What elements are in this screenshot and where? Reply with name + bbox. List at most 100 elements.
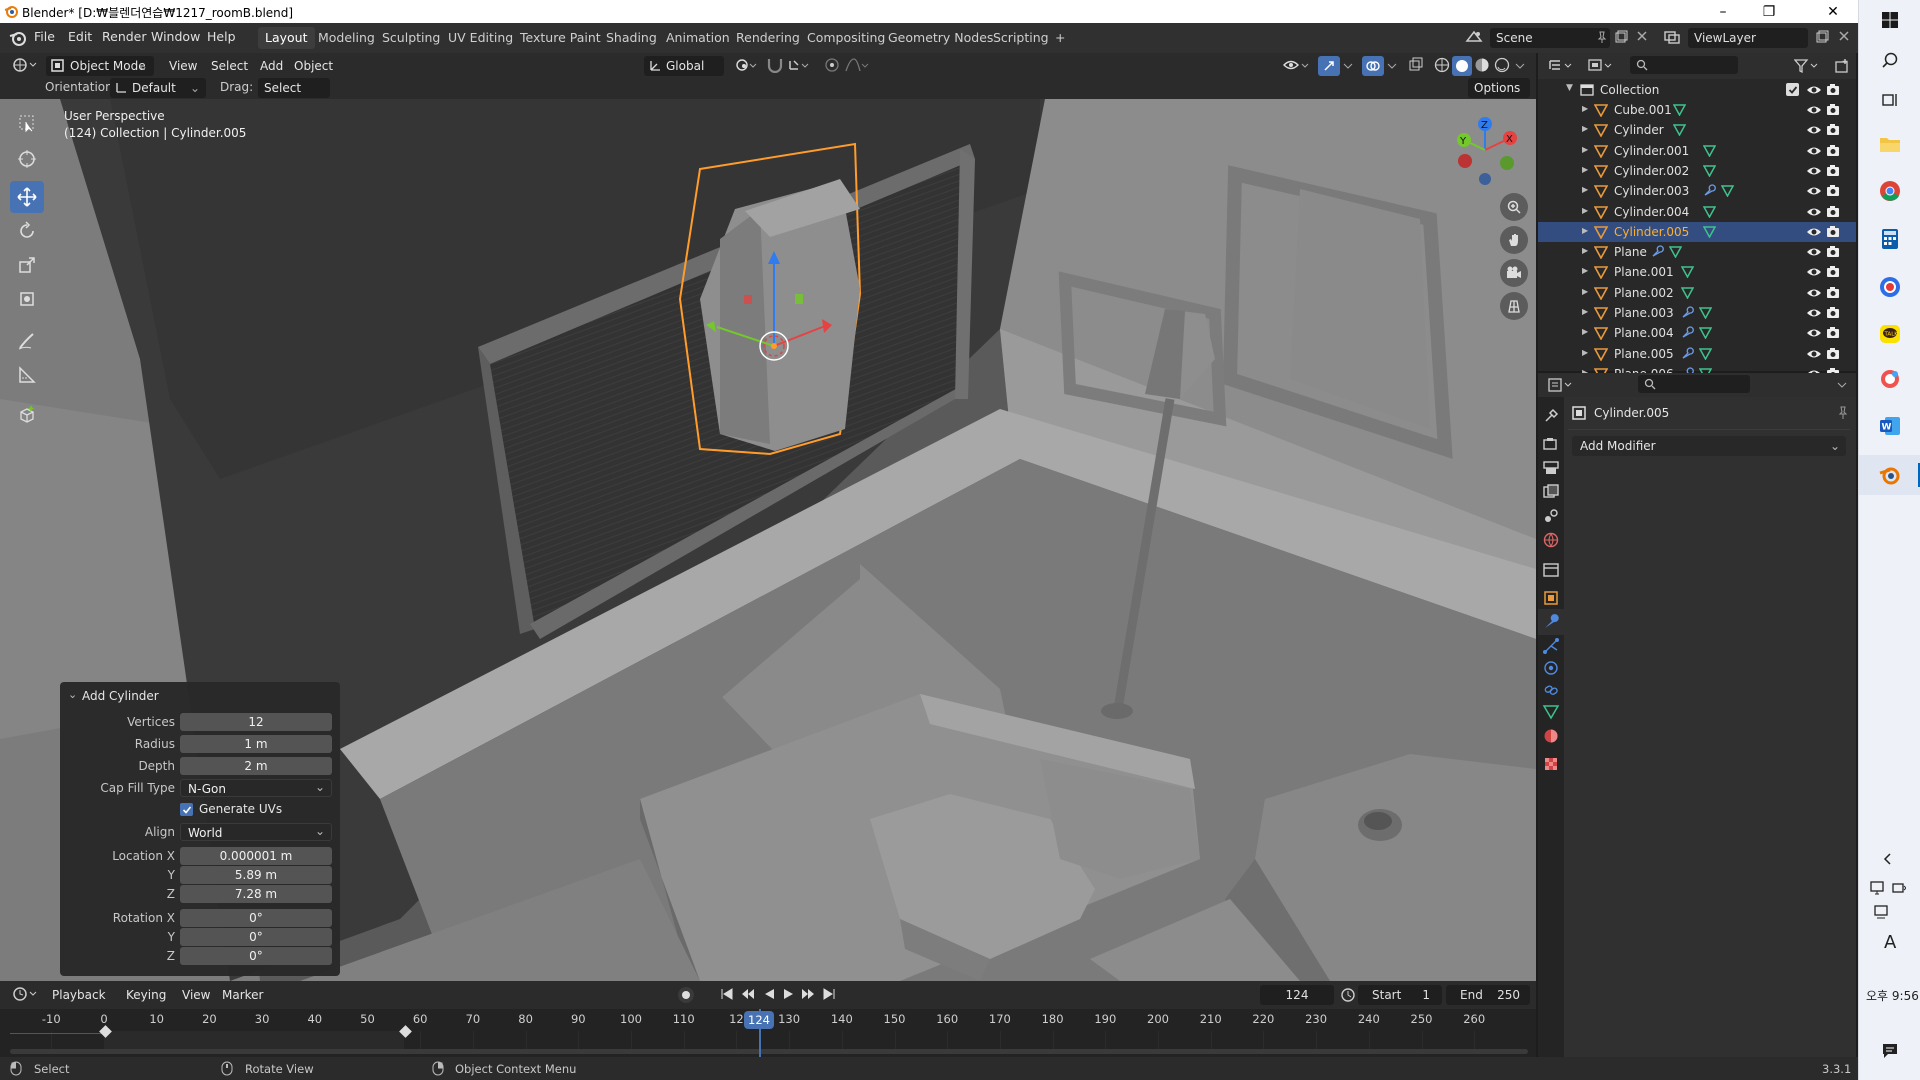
rendered-shading-icon[interactable] (1494, 57, 1510, 73)
solid-shading-icon[interactable] (1452, 56, 1472, 76)
pivot-icon[interactable] (734, 57, 758, 73)
expand-arrow-icon[interactable]: ▶ (1582, 145, 1588, 154)
falloff-icon[interactable] (844, 57, 870, 73)
xray-toggle-icon[interactable] (1408, 57, 1424, 73)
mesh-data-icon[interactable] (1702, 205, 1716, 218)
vertices-field[interactable]: 12 (180, 713, 332, 731)
camera-icon[interactable] (1826, 326, 1840, 340)
collection-row[interactable]: ▼ Collection (1538, 80, 1856, 100)
outliner-item[interactable]: ▶ Plane.003 (1538, 303, 1856, 323)
show-hidden-icons[interactable] (1881, 852, 1895, 866)
jump-start-icon[interactable] (720, 987, 734, 1001)
camera-icon[interactable] (1826, 265, 1840, 279)
particles-tab-icon[interactable] (1542, 637, 1560, 655)
tab-texture-paint[interactable]: Texture Paint (513, 27, 608, 49)
menu-playback[interactable]: Playback (46, 985, 112, 1005)
expand-arrow-icon[interactable]: ▶ (1582, 287, 1588, 296)
scale-tool[interactable] (10, 249, 44, 281)
screen-recorder-button[interactable] (1876, 273, 1904, 301)
material-tab-icon[interactable] (1542, 727, 1560, 745)
playhead[interactable]: 124 (744, 1011, 774, 1029)
display-mode-icon[interactable] (1588, 58, 1614, 74)
tab-uv-editing[interactable]: UV Editing (441, 27, 520, 49)
physics-tab-icon[interactable] (1542, 659, 1560, 677)
tab-animation[interactable]: Animation (659, 27, 737, 49)
outliner-item[interactable]: ▶ Cylinder.005 (1538, 221, 1856, 242)
wireframe-shading-icon[interactable] (1434, 57, 1450, 73)
blender-taskbar-item[interactable] (1859, 455, 1920, 495)
add-modifier-dropdown[interactable]: Add Modifier ⌄ (1572, 436, 1846, 456)
filter-icon[interactable] (1794, 58, 1820, 74)
camera-icon[interactable] (1826, 347, 1840, 361)
measure-tool[interactable] (10, 359, 44, 391)
camera-icon[interactable] (1826, 286, 1840, 300)
eye-icon[interactable] (1806, 326, 1822, 340)
location-x-field[interactable]: 0.000001 m (180, 847, 332, 865)
projector-icon[interactable] (1873, 904, 1891, 920)
view-layer-selector[interactable]: ViewLayer (1688, 28, 1808, 48)
pin-icon[interactable] (1596, 31, 1608, 43)
camera-icon[interactable] (1826, 306, 1840, 320)
mesh-data-icon[interactable] (1669, 245, 1682, 259)
blender-menu-icon[interactable] (9, 29, 27, 47)
mesh-data-icon[interactable] (1673, 123, 1687, 137)
add-cylinder-panel[interactable]: ⌄ Add Cylinder Vertices 12 Radius 1 m De… (60, 682, 340, 976)
current-frame-field[interactable]: 124 (1260, 985, 1334, 1005)
new-view-layer-icon[interactable] (1815, 30, 1829, 44)
network-icon[interactable] (1891, 880, 1909, 896)
expand-arrow-icon[interactable]: ▶ (1582, 266, 1588, 275)
eye-icon[interactable] (1806, 306, 1822, 320)
transform-orientation-selector[interactable]: Global (644, 56, 724, 76)
camera-icon[interactable] (1826, 123, 1840, 137)
play-reverse-icon[interactable] (762, 987, 776, 1001)
perspective-toggle-icon[interactable] (1500, 292, 1528, 320)
scene-selector[interactable]: Scene (1490, 28, 1610, 48)
collection-tab-icon[interactable] (1542, 561, 1560, 579)
tab-geometry-nodes[interactable]: Geometry Nodes (881, 27, 1000, 49)
mesh-data-icon[interactable] (1720, 184, 1734, 198)
outliner-item[interactable]: ▶ Plane.002 (1538, 283, 1856, 303)
outliner-item[interactable]: ▶ Cylinder.003 (1538, 181, 1856, 201)
mesh-data-icon[interactable] (1673, 103, 1687, 116)
add-cube-tool[interactable] (10, 399, 44, 431)
new-scene-icon[interactable] (1614, 30, 1628, 44)
navigation-gizmo[interactable]: Z Y X (1450, 115, 1520, 185)
notifications-icon[interactable] (1881, 1042, 1899, 1060)
mesh-data-icon[interactable] (1680, 286, 1694, 299)
eye-icon[interactable] (1806, 103, 1822, 117)
camera-icon[interactable] (1826, 184, 1840, 198)
restore-button[interactable]: ❐ (1746, 0, 1792, 23)
outliner[interactable]: ▼ Collection ▶ Cube.001 ▶ Cylinder ▶ Cylinder… (1538, 53, 1856, 381)
shading-dropdown-icon[interactable] (1514, 57, 1526, 73)
eye-icon[interactable] (1806, 265, 1822, 279)
eye-icon[interactable] (1806, 123, 1822, 137)
ime-indicator[interactable]: A (1884, 932, 1896, 953)
start-frame-field[interactable]: Start 1 (1358, 985, 1442, 1005)
menu-file[interactable]: File (34, 29, 55, 44)
outliner-item[interactable]: ▶ Cylinder.001 (1538, 141, 1856, 161)
modifier-wrench-icon[interactable] (1681, 326, 1694, 339)
camera-icon[interactable] (1826, 205, 1840, 219)
texture-tab-icon[interactable] (1542, 755, 1560, 773)
mesh-data-icon[interactable] (1680, 265, 1694, 279)
location-z-field[interactable]: 7.28 m (180, 885, 332, 903)
minimize-button[interactable]: – (1700, 0, 1746, 23)
modifier-wrench-icon[interactable] (1651, 245, 1664, 258)
timeline[interactable]: Playback Keying View Marker 124 Start 1 … (0, 981, 1536, 1057)
tool-tab-icon[interactable] (1542, 407, 1560, 425)
mesh-data-icon[interactable] (1698, 347, 1712, 360)
gizmo-dropdown-icon[interactable] (1342, 57, 1354, 73)
camera-icon[interactable] (1826, 103, 1840, 117)
scene-tab-icon[interactable] (1542, 507, 1560, 525)
search-button[interactable] (1876, 46, 1904, 74)
kakaotalk-button[interactable]: TALK (1876, 320, 1904, 348)
transform-tool[interactable] (10, 283, 44, 315)
data-tab-icon[interactable] (1542, 703, 1560, 721)
modifier-wrench-icon[interactable] (1681, 306, 1694, 319)
annotate-tool[interactable] (10, 325, 44, 357)
radius-field[interactable]: 1 m (180, 735, 332, 753)
location-y-field[interactable]: 5.89 m (180, 866, 332, 884)
tab-modeling[interactable]: Modeling (311, 27, 382, 49)
collection-checkbox[interactable] (1786, 83, 1799, 96)
proportional-edit-icon[interactable] (824, 57, 840, 73)
